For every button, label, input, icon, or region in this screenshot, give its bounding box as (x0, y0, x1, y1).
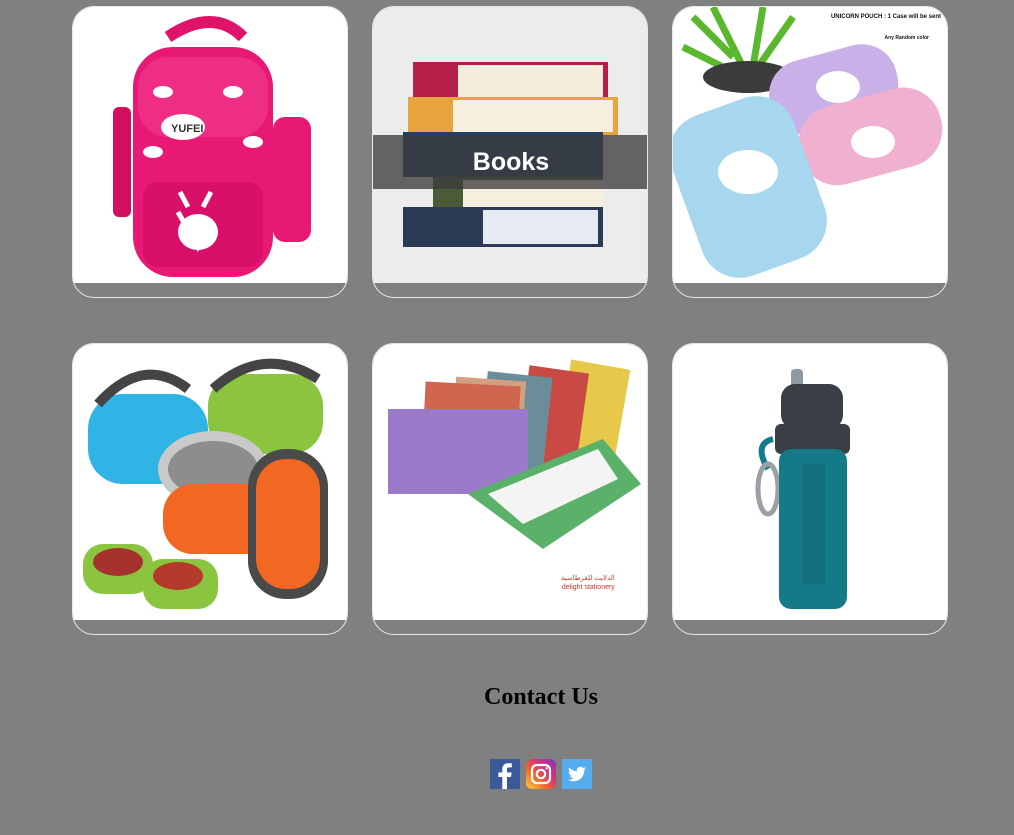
social-links (490, 759, 592, 789)
books-image: Books (373, 7, 647, 283)
contact-heading: Contact Us (484, 684, 598, 710)
instagram-link[interactable] (526, 759, 556, 789)
backpack-brand: YUFEI (171, 123, 203, 135)
backpack-image: YUFEI (73, 7, 347, 283)
product-card-lunch-box[interactable] (72, 343, 348, 635)
twitter-link[interactable] (562, 759, 592, 789)
water-bottle-image (673, 344, 947, 620)
product-card-pencil-case[interactable]: UNICORN POUCH : 1 Case will be sent Any … (672, 6, 948, 298)
pencil-case-color-note: Any Random color (884, 35, 929, 41)
product-card-folders[interactable]: الدلايت للقرطاسية delight stationery (372, 343, 648, 635)
instagram-icon (526, 759, 556, 789)
product-card-water-bottle[interactable] (672, 343, 948, 635)
lunch-box-image (73, 344, 347, 620)
facebook-link[interactable] (490, 759, 520, 789)
pencil-case-caption: UNICORN POUCH : 1 Case will be sent (830, 14, 941, 20)
pencil-case-image: UNICORN POUCH : 1 Case will be sent Any … (673, 7, 947, 283)
twitter-icon (562, 759, 592, 789)
delight-brand-text: الدلايت للقرطاسية delight stationery (561, 575, 615, 591)
folders-image: الدلايت للقرطاسية delight stationery (373, 344, 647, 620)
product-card-books[interactable]: Books (372, 6, 648, 298)
facebook-icon (490, 759, 520, 789)
product-card-backpack[interactable]: YUFEI (72, 6, 348, 298)
books-overlay-label: Books (373, 135, 647, 189)
